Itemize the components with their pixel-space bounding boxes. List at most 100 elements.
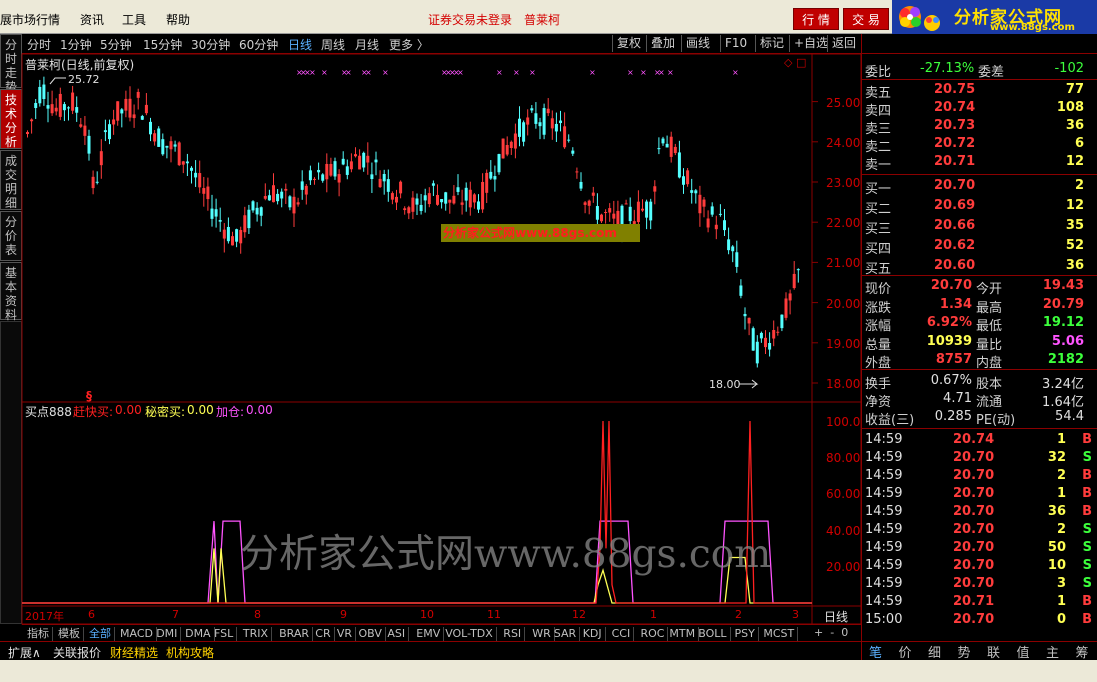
panel-tab[interactable]: 价 (891, 642, 920, 661)
x-label-11: 11 (487, 608, 501, 621)
candle-body (231, 236, 234, 246)
price-tick-18: 18.00 (826, 377, 861, 391)
indicator-tab[interactable]: BRAR (276, 627, 314, 641)
ask-row[interactable]: 卖三 20.73 36 (862, 117, 1097, 137)
ask-row[interactable]: 卖五 20.75 77 (862, 81, 1097, 101)
candle-body (784, 298, 788, 318)
indicator-tab[interactable]: 指标 (24, 627, 53, 641)
indicator-tab[interactable]: CR (312, 627, 335, 641)
indicator-tab[interactable]: VR (334, 627, 357, 641)
indicator-tab[interactable]: MTM (666, 627, 700, 641)
ask-price: 20.72 (934, 136, 976, 151)
candle-body (218, 220, 222, 222)
candle-body (645, 201, 649, 218)
indicator-tab[interactable]: RSI (500, 627, 526, 641)
zoom-out-button[interactable]: - (830, 626, 841, 639)
chart-options-icon[interactable]: ◇ □ (784, 56, 806, 69)
bid-row[interactable]: 买四 20.62 52 (862, 237, 1097, 257)
status-tab-finance[interactable]: 财经精选 (110, 644, 158, 661)
tick-row[interactable]: 14:59 20.74 1 B (862, 431, 1097, 449)
status-tab-expand[interactable]: 扩展∧ (8, 644, 41, 661)
indicator-tab[interactable]: ROC (638, 627, 669, 641)
candle-body (185, 161, 189, 164)
candle-body (456, 187, 460, 192)
status-tab-related[interactable]: 关联报价 (53, 644, 101, 661)
tick-time: 14:59 (865, 504, 903, 519)
indicator-tab[interactable]: KDJ (580, 627, 606, 641)
signal-marker: × (589, 68, 596, 77)
bid-row[interactable]: 买二 20.69 12 (862, 197, 1097, 217)
bid-row[interactable]: 买三 20.66 35 (862, 217, 1097, 237)
panel-tab[interactable]: 主 (1038, 642, 1067, 661)
indicator-tab[interactable]: MACD (117, 627, 157, 641)
tick-row[interactable]: 14:59 20.70 36 B (862, 503, 1097, 521)
tick-row[interactable]: 14:59 20.70 1 B (862, 485, 1097, 503)
stat-label: 最低 (976, 319, 1003, 334)
zoom-in-button[interactable]: + (814, 626, 830, 639)
indicator-tab[interactable]: 全部 (86, 627, 115, 641)
indicator-tab[interactable]: MCST (760, 627, 799, 641)
candle-body (444, 192, 448, 204)
tick-side: B (1082, 468, 1092, 483)
candle-body (272, 185, 275, 203)
candle-body (222, 229, 226, 239)
zoom-reset-button[interactable]: 0 (841, 626, 855, 639)
candle-body (595, 206, 599, 220)
tick-row[interactable]: 14:59 20.70 2 B (862, 467, 1097, 485)
tick-row[interactable]: 14:59 20.70 2 S (862, 521, 1097, 539)
candle-body (710, 206, 714, 215)
panel-tab[interactable]: 联 (979, 642, 1008, 661)
indicator-tab[interactable]: PSY (732, 627, 759, 641)
ask-row[interactable]: 卖四 20.74 108 (862, 99, 1097, 119)
candle-body (103, 130, 107, 133)
tick-row[interactable]: 14:59 20.70 3 S (862, 575, 1097, 593)
tick-side: B (1082, 504, 1092, 519)
panel-tab[interactable]: 值 (1009, 642, 1038, 661)
candle-body (345, 166, 349, 175)
bid-row[interactable]: 买五 20.60 36 (862, 257, 1097, 277)
tick-row[interactable]: 14:59 20.70 50 S (862, 539, 1097, 557)
panel-tab[interactable]: 笔 (861, 642, 890, 661)
candle-body (718, 213, 722, 215)
tick-row[interactable]: 14:59 20.71 1 B (862, 593, 1097, 611)
indicator-tab[interactable]: BOLL (695, 627, 731, 641)
indicator-tab[interactable]: SAR (551, 627, 581, 641)
ask-volume: 36 (1065, 118, 1084, 133)
panel-tab[interactable]: 筹 (1068, 642, 1097, 661)
indicator-tab[interactable]: DMA (182, 627, 215, 641)
candle-body (288, 196, 292, 208)
ind-tick-80: 80.00 (826, 451, 861, 465)
candle-body (79, 124, 83, 127)
indicator-tab[interactable]: EMV (413, 627, 445, 641)
indicator-tab[interactable]: OBV (356, 627, 386, 641)
indicator-tab[interactable]: CCI (609, 627, 635, 641)
candle-body (768, 342, 772, 350)
indicator-tab[interactable]: VOL-TDX (442, 627, 497, 641)
tick-row[interactable]: 15:00 20.70 0 B (862, 611, 1097, 629)
candle-body (694, 190, 698, 194)
zoom-controls[interactable]: +-0 (814, 626, 855, 639)
candle-body (112, 119, 116, 125)
ask-row[interactable]: 卖二 20.72 6 (862, 135, 1097, 155)
indicator-tab[interactable]: ASI (384, 627, 410, 641)
tick-volume: 2 (1056, 522, 1066, 537)
indicator-tab[interactable]: FSL (211, 627, 238, 641)
status-tab-institution[interactable]: 机构攻略 (166, 644, 214, 661)
indicator-tab[interactable]: TRIX (240, 627, 273, 641)
candle-body (423, 195, 427, 201)
indicator-tab[interactable]: DMI (153, 627, 182, 641)
panel-tab[interactable]: 细 (920, 642, 949, 661)
tick-row[interactable]: 14:59 20.70 10 S (862, 557, 1097, 575)
candle-body (436, 194, 439, 205)
candle-body (554, 123, 558, 132)
bid-volume: 36 (1065, 258, 1084, 273)
tick-row[interactable]: 14:59 20.70 32 S (862, 449, 1097, 467)
x-label-9: 9 (340, 608, 347, 621)
bid-row[interactable]: 买一 20.70 2 (862, 177, 1097, 197)
indicator-tab[interactable]: 模板 (55, 627, 84, 641)
panel-tab[interactable]: 势 (950, 642, 979, 661)
candle-body (390, 193, 394, 200)
candle-body (522, 122, 526, 142)
candle-body (772, 329, 776, 339)
ask-row[interactable]: 卖一 20.71 12 (862, 153, 1097, 173)
